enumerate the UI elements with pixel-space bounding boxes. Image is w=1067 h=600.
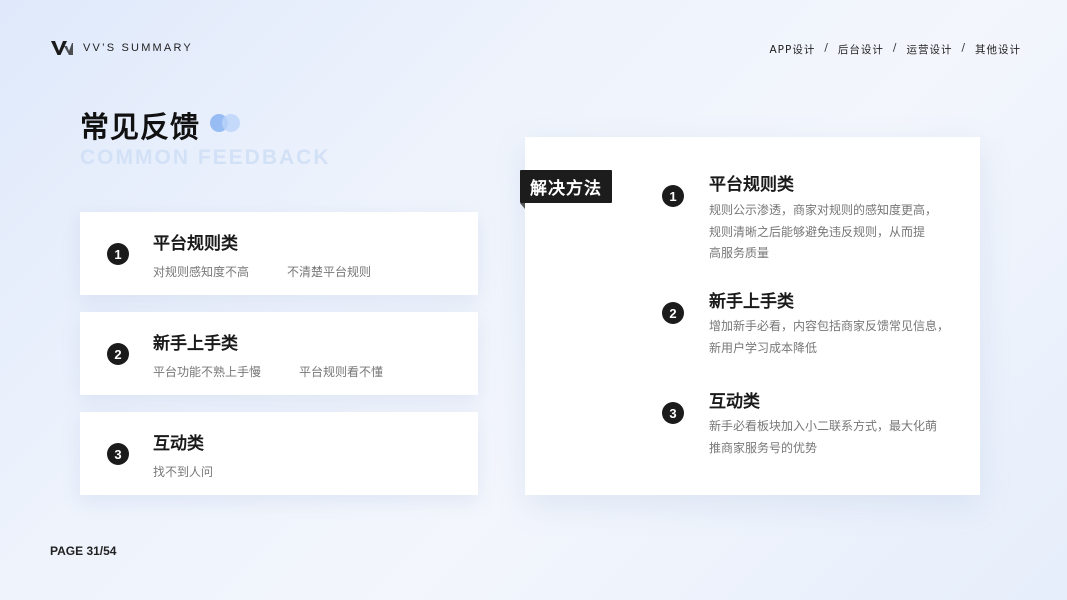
solution-tab: 解决方法: [520, 170, 612, 203]
nav-app-design[interactable]: APP设计: [770, 42, 816, 57]
card-title: 新手上手类: [153, 334, 238, 354]
page-title: 常见反馈: [80, 110, 201, 144]
card-tag: 平台功能不熟上手慢: [153, 365, 262, 379]
decorative-dots-icon: [210, 114, 244, 132]
nav-other-design[interactable]: 其他设计: [975, 42, 1021, 57]
logo-icon: [51, 41, 73, 55]
number-badge: 3: [662, 402, 684, 424]
description-line: 新手必看板块加入小二联系方式，最大化萌: [709, 419, 938, 433]
feedback-card-interaction: 3 互动类 找不到人问: [80, 412, 478, 495]
card-title: 互动类: [153, 434, 204, 454]
nav-separator: /: [824, 42, 829, 54]
card-tags: 平台功能不熟上手慢 平台规则看不懂: [153, 363, 383, 380]
brand: VV’S SUMMARY: [51, 40, 193, 56]
solution-description: 新手必看板块加入小二联系方式，最大化萌 推商家服务号的优势: [709, 416, 949, 459]
nav-backend-design[interactable]: 后台设计: [838, 42, 884, 57]
card-tag: 找不到人问: [153, 465, 214, 479]
description-line: 高服务质量: [709, 246, 770, 260]
nav-separator: /: [961, 42, 966, 54]
brand-name: VV’S SUMMARY: [83, 42, 193, 54]
description-line: 新用户学习成本降低: [709, 340, 818, 355]
card-title: 平台规则类: [153, 234, 238, 254]
number-badge: 3: [107, 443, 129, 465]
nav-separator: /: [892, 42, 898, 54]
description-line: 规则清晰之后能够避免违反规则，从而提: [709, 224, 926, 239]
page-subtitle: COMMON FEEDBACK: [80, 146, 331, 169]
number-badge: 1: [107, 243, 129, 265]
card-tag: 不清楚平台规则: [287, 265, 372, 279]
tab-fold: [520, 203, 525, 209]
card-tag: 对规则感知度不高: [153, 265, 250, 279]
description-line: 增加新手必看，内容包括商家反馈常见信息，: [709, 319, 950, 333]
solution-title: 互动类: [709, 392, 760, 412]
solution-title: 平台规则类: [709, 175, 794, 195]
card-tags: 找不到人问: [153, 463, 213, 480]
solution-description: 增加新手必看，内容包括商家反馈常见信息， 新用户学习成本降低: [709, 316, 949, 359]
top-nav: APP设计 / 后台设计 / 运营设计 / 其他设计: [770, 42, 1022, 57]
number-badge: 2: [107, 343, 129, 365]
description-line: 推商家服务号的优势: [709, 440, 818, 455]
solution-title: 新手上手类: [709, 292, 794, 312]
card-tag: 平台规则看不懂: [299, 365, 384, 379]
page-number: PAGE 31/54: [50, 544, 117, 558]
card-tags: 对规则感知度不高 不清楚平台规则: [153, 263, 371, 280]
description-line: 规则公示渗透，商家对规则的感知度更高，: [709, 203, 938, 217]
feedback-card-newbie: 2 新手上手类 平台功能不熟上手慢 平台规则看不懂: [80, 312, 478, 395]
number-badge: 1: [662, 185, 684, 207]
nav-operation-design[interactable]: 运营设计: [906, 42, 952, 57]
solution-description: 规则公示渗透，商家对规则的感知度更高， 规则清晰之后能够避免违反规则，从而提 高…: [709, 200, 949, 265]
number-badge: 2: [662, 302, 684, 324]
feedback-card-platform-rules: 1 平台规则类 对规则感知度不高 不清楚平台规则: [80, 212, 478, 295]
